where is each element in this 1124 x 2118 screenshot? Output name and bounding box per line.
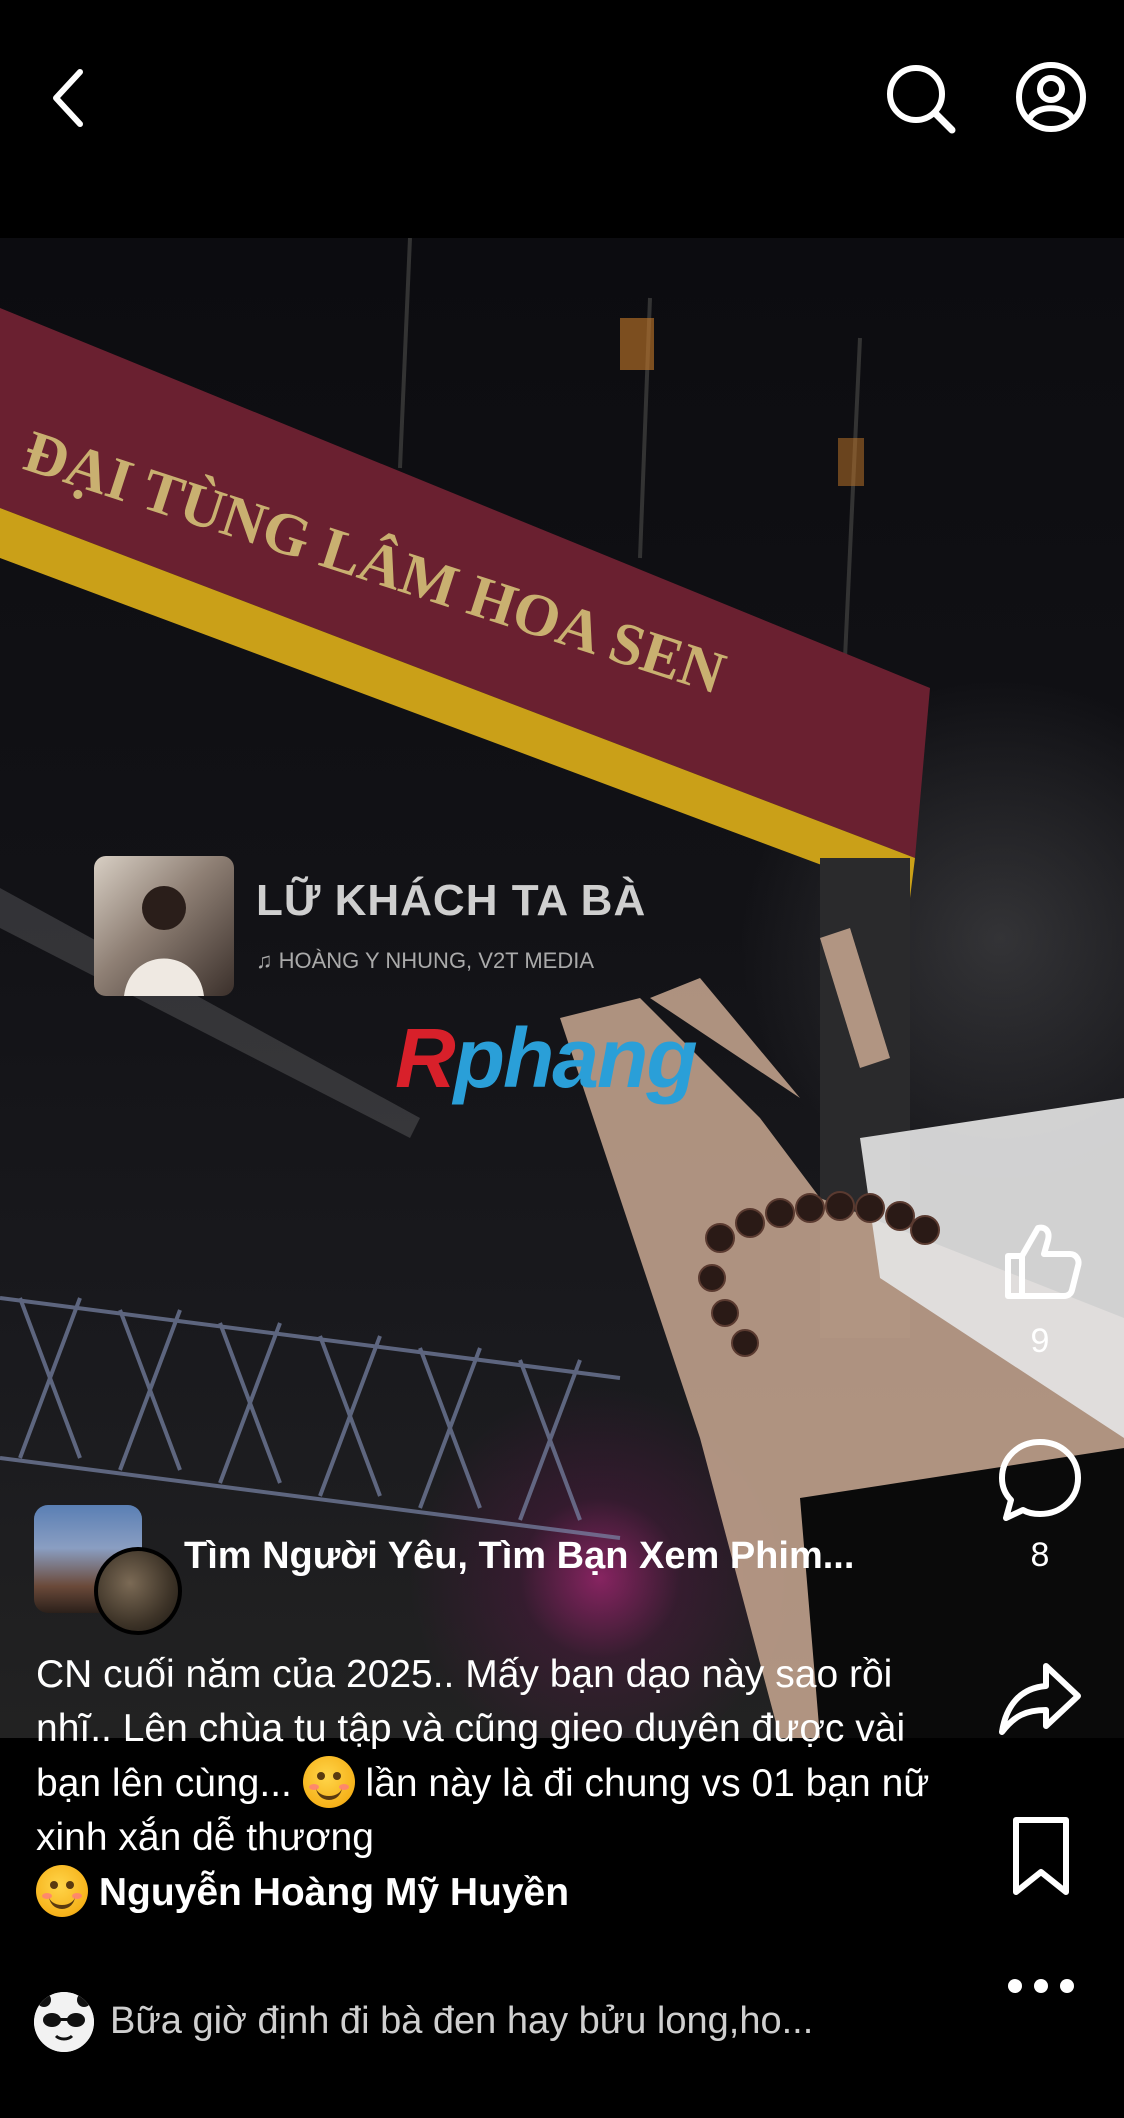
- song-artist: ♫ HOÀNG Y NHUNG, V2T MEDIA: [256, 948, 595, 973]
- comment-text: Bữa giờ định đi bà đen hay bửu long,ho..…: [110, 2000, 814, 2042]
- user-avatar[interactable]: [94, 1547, 182, 1635]
- comment-preview[interactable]: Bữa giờ định đi bà đen hay bửu long,ho..…: [34, 1992, 964, 2052]
- tagged-user-link[interactable]: Nguyễn Hoàng Mỹ Huyền: [99, 1871, 569, 1914]
- post-caption[interactable]: CN cuối năm của 2025.. Mấy bạn dạo này s…: [36, 1648, 966, 1920]
- bookmark-icon[interactable]: [1006, 1814, 1076, 1898]
- more-dots-icon[interactable]: [1006, 1974, 1076, 1998]
- watermark-logo: Rphang: [395, 1011, 698, 1105]
- thumbs-up-icon[interactable]: [996, 1216, 1084, 1304]
- chevron-left-icon[interactable]: [44, 66, 94, 130]
- music-sticker[interactable]: LỮ KHÁCH TA BÀ ♫ HOÀNG Y NHUNG, V2T MEDI…: [94, 856, 645, 998]
- user-circle-icon[interactable]: [1014, 60, 1088, 134]
- post-author[interactable]: Tìm Người Yêu, Tìm Bạn Xem Phim...: [34, 1505, 974, 1635]
- smiling-face-emoji-icon: [302, 1756, 355, 1808]
- comment-count: 8: [1030, 1536, 1050, 1574]
- group-name[interactable]: Tìm Người Yêu, Tìm Bạn Xem Phim...: [184, 1535, 1004, 1578]
- like-count: 9: [1030, 1322, 1050, 1360]
- comment-bubble-icon[interactable]: [996, 1436, 1084, 1524]
- smiling-face-hearts-emoji-icon: [36, 1865, 88, 1917]
- commenter-avatar[interactable]: [34, 1992, 94, 2052]
- song-title: LỮ KHÁCH TA BÀ: [256, 876, 647, 925]
- search-icon[interactable]: [884, 62, 958, 136]
- album-cover: [94, 856, 234, 996]
- share-arrow-icon[interactable]: [996, 1658, 1084, 1738]
- top-bar: [0, 0, 1124, 200]
